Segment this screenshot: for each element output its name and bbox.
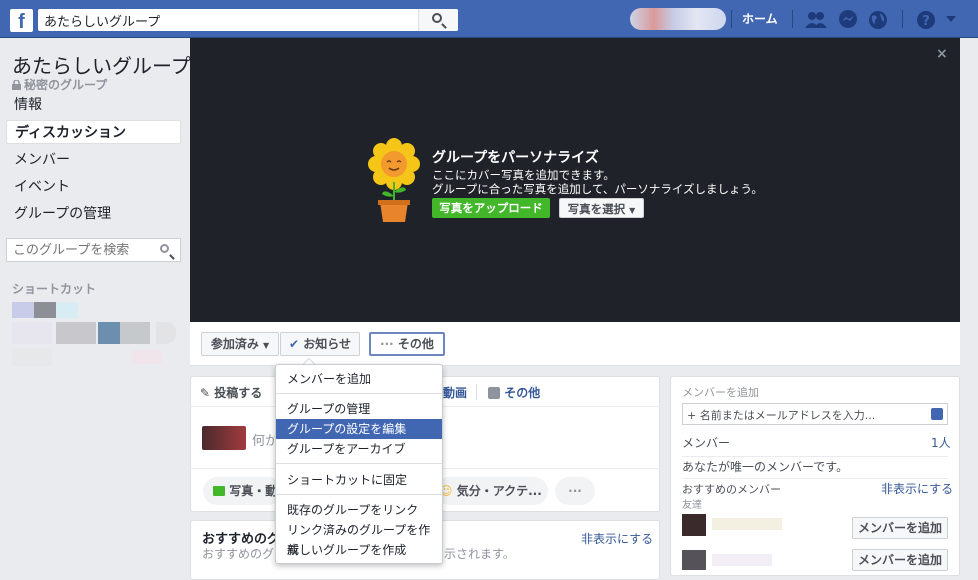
menu-item-manage-group[interactable]: グループの管理 bbox=[276, 399, 442, 419]
topbar-divider bbox=[792, 10, 793, 28]
group-search-box[interactable] bbox=[6, 238, 181, 262]
suggested-members-hide-link[interactable]: 非表示にする bbox=[881, 480, 953, 497]
avatar[interactable] bbox=[682, 514, 706, 536]
photo-icon bbox=[213, 486, 225, 496]
sidebar-item-manage-group[interactable]: グループの管理 bbox=[6, 202, 181, 226]
menu-item-pin-shortcut[interactable]: ショートカットに固定 bbox=[276, 470, 442, 490]
dropdown-arrow-icon[interactable] bbox=[946, 16, 956, 23]
sidebar-item-events[interactable]: イベント bbox=[6, 175, 181, 199]
tab-divider bbox=[476, 384, 477, 400]
search-icon bbox=[432, 13, 442, 23]
menu-separator bbox=[276, 463, 442, 464]
avatar[interactable] bbox=[202, 426, 246, 450]
photo-pill-label: 写真・動 bbox=[229, 484, 278, 498]
add-member-button[interactable]: メンバーを追加 bbox=[852, 549, 948, 571]
menu-item-archive-group[interactable]: グループをアーカイブ bbox=[276, 439, 442, 459]
topbar-divider bbox=[902, 10, 903, 28]
topbar-divider bbox=[731, 10, 732, 28]
more-label: その他 bbox=[397, 337, 434, 351]
svg-text:?: ? bbox=[922, 14, 930, 29]
shortcuts-blurred[interactable] bbox=[12, 300, 182, 372]
cover-title: グループをパーソナライズ bbox=[432, 150, 599, 166]
upload-photo-button[interactable]: 写真をアップロード bbox=[432, 198, 550, 218]
sidebar-item-discussion[interactable]: ディスカッション bbox=[6, 120, 181, 144]
suggested-hide-link[interactable]: 非表示にする bbox=[581, 530, 653, 547]
lock-icon bbox=[12, 79, 21, 90]
add-member-title: メンバーを追加 bbox=[682, 386, 759, 399]
profile-link[interactable] bbox=[630, 8, 726, 30]
joined-button[interactable]: 参加済み ▼ bbox=[201, 332, 279, 356]
checkmark-icon: ✔ bbox=[288, 337, 300, 351]
help-icon[interactable]: ? bbox=[916, 10, 936, 30]
menu-item-edit-group-settings[interactable]: グループの設定を編集 bbox=[276, 419, 442, 439]
facebook-logo-icon[interactable]: f bbox=[10, 9, 33, 33]
menu-separator bbox=[276, 494, 442, 495]
globe-icon[interactable] bbox=[868, 10, 888, 30]
search-icon[interactable] bbox=[160, 244, 169, 253]
more-dropdown-menu: メンバーを追加 グループの管理 グループの設定を編集 グループをアーカイブ ショ… bbox=[275, 364, 443, 564]
pencil-icon: ✎ bbox=[200, 386, 211, 400]
composer-tab-video[interactable]: 動画 bbox=[443, 384, 467, 401]
post-tab-label: 投稿する bbox=[214, 386, 263, 400]
privacy-label: 秘密のグループ bbox=[12, 76, 107, 93]
notifications-button[interactable]: ✔ お知らせ bbox=[280, 332, 360, 356]
friends-label: 友達 bbox=[682, 500, 702, 511]
more-dots-icon: ··· bbox=[380, 337, 394, 351]
more-tab-label: その他 bbox=[504, 386, 541, 400]
friends-icon[interactable] bbox=[805, 11, 827, 29]
messenger-icon[interactable] bbox=[838, 10, 858, 30]
contact-card-icon[interactable] bbox=[931, 408, 943, 420]
members-title: メンバー bbox=[682, 436, 731, 450]
sidebar-item-about[interactable]: 情報 bbox=[6, 93, 181, 117]
suggested-desc-start: おすすめのグ bbox=[202, 547, 275, 561]
composer-tab-more[interactable]: その他 bbox=[488, 384, 540, 401]
group-search-input[interactable] bbox=[7, 239, 157, 261]
search-button[interactable] bbox=[418, 9, 458, 31]
divider bbox=[682, 478, 948, 479]
menu-item-create-linked-group[interactable]: リンク済みのグループを作成 bbox=[276, 520, 442, 557]
friend-name-blurred[interactable] bbox=[712, 518, 782, 530]
flower-pot-icon bbox=[368, 138, 420, 222]
shortcuts-heading: ショートカット bbox=[12, 282, 97, 296]
add-member-field[interactable]: + 名前またはメールアドレスを入力... bbox=[682, 403, 948, 425]
sidebar-item-members[interactable]: メンバー bbox=[6, 148, 181, 172]
more-button[interactable]: ··· その他 bbox=[369, 332, 445, 356]
menu-item-create-new-group[interactable]: 新しいグループを作成 bbox=[276, 540, 442, 560]
privacy-text: 秘密のグループ bbox=[24, 78, 108, 92]
menu-item-add-member[interactable]: メンバーを追加 bbox=[276, 369, 442, 389]
select-photo-button[interactable]: 写真を選択 ▼ bbox=[559, 198, 644, 218]
photo-video-pill[interactable]: 写真・動 bbox=[203, 477, 283, 505]
chevron-down-icon: ▼ bbox=[263, 341, 270, 350]
search-box[interactable] bbox=[38, 9, 458, 31]
members-count-link[interactable]: 1人 bbox=[931, 434, 951, 451]
add-member-placeholder: + 名前またはメールアドレスを入力... bbox=[687, 409, 876, 422]
more-icon bbox=[488, 387, 500, 399]
composer-tab-post[interactable]: ✎ 投稿する bbox=[200, 384, 262, 401]
group-name[interactable]: あたらしいグループ bbox=[12, 50, 191, 79]
add-member-button[interactable]: メンバーを追加 bbox=[852, 517, 948, 539]
menu-item-link-existing-group[interactable]: 既存のグループをリンク bbox=[276, 500, 442, 520]
suggested-desc-end: 示されます。 bbox=[444, 547, 515, 561]
suggested-members-title: おすすめのメンバー bbox=[682, 483, 781, 496]
notifications-label: お知らせ bbox=[303, 337, 351, 351]
avatar[interactable] bbox=[682, 550, 706, 570]
feeling-pill[interactable]: ☺ 気分・アクテ... bbox=[435, 477, 548, 505]
search-input[interactable] bbox=[38, 9, 418, 31]
menu-separator bbox=[276, 393, 442, 394]
home-link[interactable]: ホーム bbox=[742, 10, 778, 27]
only-member-text: あなたが唯一のメンバーです。 bbox=[682, 460, 849, 474]
more-pill[interactable]: ··· bbox=[555, 477, 595, 505]
joined-label: 参加済み bbox=[210, 337, 259, 351]
select-photo-label: 写真を選択 bbox=[567, 202, 626, 216]
cover-text-line2: グループに合った写真を追加して、パーソナライズしましょう。 bbox=[432, 182, 763, 196]
feeling-pill-label: 気分・アクテ... bbox=[456, 484, 542, 498]
chevron-down-icon: ▼ bbox=[629, 206, 636, 215]
divider bbox=[682, 456, 948, 457]
cover-close-button[interactable]: × bbox=[936, 46, 948, 62]
friend-name-blurred[interactable] bbox=[712, 554, 772, 566]
